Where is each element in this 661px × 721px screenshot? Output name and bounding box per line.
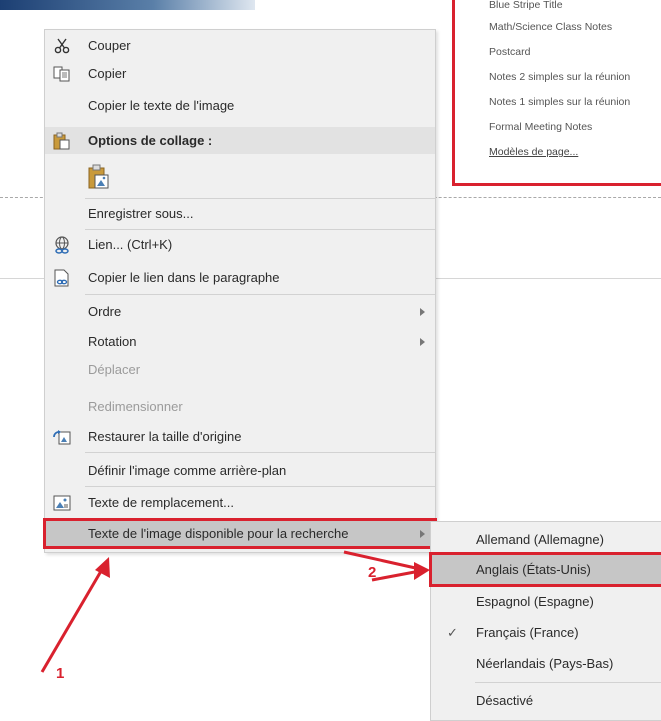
- copy-label: Copier: [88, 66, 127, 81]
- set-background-label: Définir l'image comme arrière-plan: [88, 463, 287, 478]
- annotation-arrow-1: [40, 565, 106, 673]
- paste-options-header: Options de collage :: [45, 127, 435, 154]
- language-option-french[interactable]: ✓ Français (France): [431, 617, 661, 648]
- annotation-number-1: 1: [56, 665, 65, 682]
- template-item[interactable]: Formal Meeting Notes: [489, 115, 630, 140]
- language-option-german[interactable]: Allemand (Allemagne): [431, 524, 661, 555]
- alt-text-icon: [53, 494, 71, 512]
- copy-icon: [53, 65, 71, 83]
- language-option-spanish[interactable]: Espagnol (Espagne): [431, 586, 661, 617]
- menu-separator: [85, 452, 435, 453]
- clipboard-icon: [53, 132, 71, 150]
- menu-separator: [85, 294, 435, 295]
- language-label: Désactivé: [476, 693, 534, 708]
- submenu-arrow-icon: [420, 529, 425, 538]
- annotation-arrow-2: [343, 550, 421, 571]
- link-page-icon: [53, 269, 71, 287]
- searchable-text-menu-item[interactable]: Texte de l'image disponible pour la rech…: [43, 518, 437, 549]
- copy-link-paragraph-label: Copier le lien dans le paragraphe: [88, 270, 280, 285]
- language-label: Français (France): [476, 625, 579, 640]
- arrow-head-icon: [95, 557, 110, 578]
- move-label: Déplacer: [88, 362, 141, 377]
- alt-text-label: Texte de remplacement...: [88, 495, 234, 510]
- menu-separator: [85, 229, 435, 230]
- save-as-menu-item[interactable]: Enregistrer sous...: [45, 200, 435, 227]
- arrow-head-icon: [414, 562, 430, 580]
- template-item[interactable]: Math/Science Class Notes: [489, 15, 630, 40]
- move-menu-item: Déplacer: [45, 356, 435, 383]
- resize-label: Redimensionner: [88, 399, 183, 414]
- checkmark-icon: ✓: [447, 624, 458, 640]
- resize-menu-item: Redimensionner: [45, 393, 435, 420]
- order-label: Ordre: [88, 304, 122, 319]
- restore-size-label: Restaurer la taille d'origine: [88, 429, 242, 444]
- annotation-arrow-2b: [371, 569, 421, 582]
- rotation-menu-item[interactable]: Rotation: [45, 328, 435, 355]
- copy-image-text-menu-item[interactable]: Copier le texte de l'image: [45, 92, 435, 119]
- language-label: Anglais (États-Unis): [476, 562, 591, 577]
- language-option-english-us[interactable]: Anglais (États-Unis): [429, 552, 661, 587]
- link-menu-item[interactable]: Lien... (Ctrl+K): [45, 231, 435, 258]
- link-label: Lien... (Ctrl+K): [88, 237, 173, 252]
- language-label: Néerlandais (Pays-Bas): [476, 656, 614, 671]
- language-option-disabled[interactable]: Désactivé: [431, 685, 661, 716]
- order-menu-item[interactable]: Ordre: [45, 298, 435, 325]
- searchable-text-label: Texte de l'image disponible pour la rech…: [88, 526, 349, 541]
- annotation-number-2: 2: [368, 564, 377, 581]
- template-item[interactable]: Notes 1 simples sur la réunion: [489, 90, 630, 115]
- restore-size-icon: [53, 428, 71, 446]
- language-label: Espagnol (Espagne): [476, 594, 594, 609]
- menu-separator: [85, 198, 435, 199]
- copy-menu-item[interactable]: Copier: [45, 60, 435, 87]
- restore-size-menu-item[interactable]: Restaurer la taille d'origine: [45, 423, 435, 450]
- submenu-arrow-icon: [420, 337, 425, 346]
- language-label: Allemand (Allemagne): [476, 532, 604, 547]
- page-templates-panel: Blue Stripe Title Math/Science Class Not…: [452, 0, 661, 186]
- paste-picture-icon: [87, 164, 111, 190]
- set-background-menu-item[interactable]: Définir l'image comme arrière-plan: [45, 457, 435, 484]
- rotation-label: Rotation: [88, 334, 137, 349]
- paste-picture-option[interactable]: [45, 160, 435, 194]
- template-item[interactable]: Postcard: [489, 40, 630, 65]
- paste-options-label: Options de collage :: [88, 133, 213, 148]
- language-option-dutch[interactable]: Néerlandais (Pays-Bas): [431, 648, 661, 679]
- menu-separator: [85, 486, 435, 487]
- cut-menu-item[interactable]: Couper: [45, 32, 435, 59]
- template-list: Blue Stripe Title Math/Science Class Not…: [489, 0, 630, 165]
- window-title-strip: [0, 0, 255, 10]
- copy-link-paragraph-menu-item[interactable]: Copier le lien dans le paragraphe: [45, 264, 435, 291]
- template-item[interactable]: Notes 2 simples sur la réunion: [489, 65, 630, 90]
- template-item[interactable]: Blue Stripe Title: [489, 0, 630, 15]
- copy-image-text-label: Copier le texte de l'image: [88, 98, 235, 113]
- menu-separator: [475, 682, 661, 683]
- language-submenu: Allemand (Allemagne) Anglais (États-Unis…: [429, 521, 661, 721]
- alt-text-menu-item[interactable]: Texte de remplacement...: [45, 489, 435, 516]
- page-templates-link[interactable]: Modèles de page...: [489, 140, 630, 165]
- cut-label: Couper: [88, 38, 131, 53]
- save-as-label: Enregistrer sous...: [88, 206, 194, 221]
- scissors-icon: [53, 37, 71, 55]
- link-globe-icon: [53, 235, 71, 254]
- submenu-arrow-icon: [420, 307, 425, 316]
- context-menu: Couper Copier Copier le texte de l'image…: [43, 29, 437, 553]
